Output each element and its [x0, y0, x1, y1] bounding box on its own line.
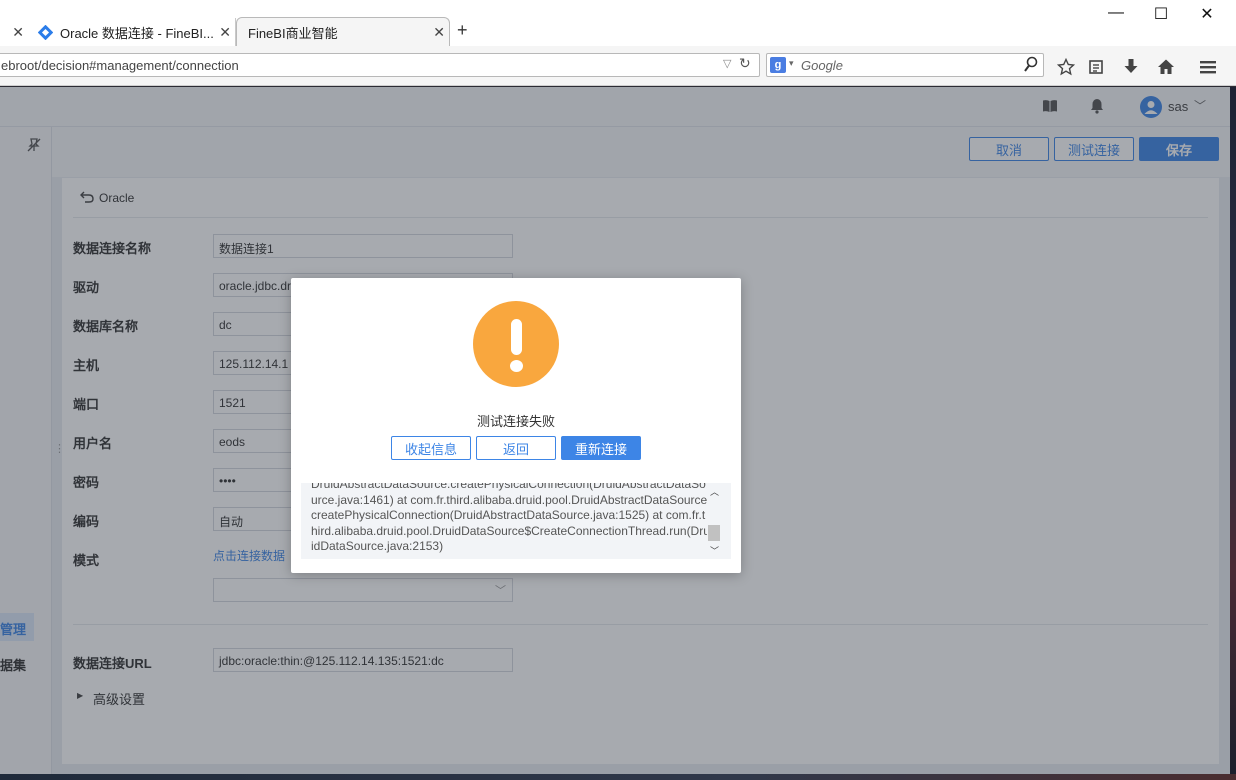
bookmark-star-icon[interactable] [1054, 56, 1078, 78]
tab-close-icon[interactable]: ✕ [12, 24, 24, 41]
tab-close-icon[interactable]: ✕ [433, 24, 445, 41]
url-bar[interactable]: ebroot/decision#management/connection ▽ … [0, 53, 760, 77]
dialog-message: 测试连接失败 [476, 414, 555, 429]
search-bar[interactable]: g ▾ Google [766, 53, 1044, 77]
minimize-icon[interactable]: — [1096, 4, 1136, 22]
url-dropdown-icon[interactable]: ▽ [723, 57, 731, 70]
tab-previous[interactable]: ✕ [0, 18, 28, 46]
reload-icon[interactable]: ↻ [739, 55, 751, 72]
maximize-icon[interactable]: ☐ [1141, 4, 1181, 24]
tab-title: FineBI商业智能 [248, 25, 338, 41]
url-text: ebroot/decision#management/connection [1, 58, 239, 73]
browser-nav-bar: ebroot/decision#management/connection ▽ … [0, 46, 1236, 86]
scroll-up-icon[interactable]: ︿ [710, 485, 719, 498]
error-scrollbar[interactable]: ︿ ﹀ [707, 483, 721, 559]
desktop-edge [0, 774, 1236, 780]
connection-failed-dialog: 测试连接失败 收起信息 返回 重新连接 DruidAbstractDataSou… [291, 278, 741, 573]
scroll-down-icon[interactable]: ﹀ [710, 544, 719, 557]
reading-list-icon[interactable] [1084, 56, 1108, 78]
desktop-edge [1230, 87, 1236, 774]
collapse-info-button[interactable]: 收起信息 [391, 436, 471, 460]
home-icon[interactable] [1154, 56, 1178, 78]
finebi-favicon-icon [37, 24, 54, 40]
search-placeholder: Google [801, 58, 843, 73]
error-stacktrace: DruidAbstractDataSource.createPhysicalCo… [311, 483, 711, 553]
menu-hamburger-icon[interactable] [1196, 56, 1220, 78]
browser-tab-strip: ✕ Oracle 数据连接 - FineBI... ✕ FineBI商业智能 ✕… [0, 0, 1236, 46]
back-button[interactable]: 返回 [476, 436, 556, 460]
scrollbar-thumb[interactable] [708, 525, 720, 541]
search-engine-dropdown-icon[interactable]: ▾ [789, 58, 794, 69]
warning-icon [473, 301, 559, 387]
tab-oracle-connection[interactable]: Oracle 数据连接 - FineBI... ✕ [30, 18, 236, 46]
tab-title: Oracle 数据连接 - FineBI... [60, 25, 214, 41]
search-magnifier-icon[interactable] [1023, 56, 1039, 77]
reconnect-button[interactable]: 重新连接 [561, 436, 641, 460]
error-detail-box[interactable]: DruidAbstractDataSource.createPhysicalCo… [301, 483, 731, 559]
google-engine-icon[interactable]: g [770, 57, 786, 73]
tab-finebi[interactable]: FineBI商业智能 ✕ [236, 17, 450, 46]
window-close-icon[interactable]: ✕ [1187, 4, 1227, 24]
download-icon[interactable] [1119, 56, 1143, 78]
tab-close-icon[interactable]: ✕ [219, 24, 231, 41]
new-tab-plus-icon[interactable]: + [457, 20, 468, 41]
